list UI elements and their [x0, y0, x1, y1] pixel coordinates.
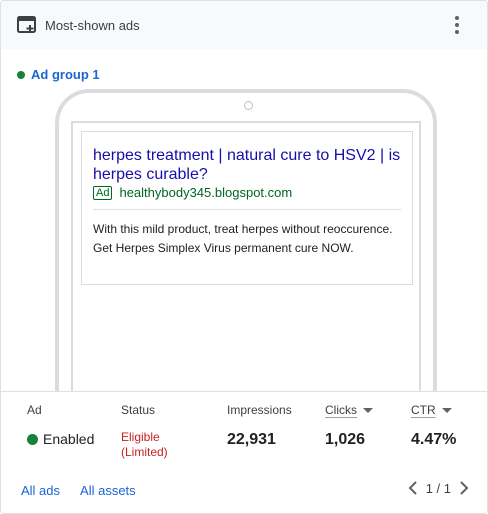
clicks-header-label: Clicks [325, 403, 357, 417]
ctr-header-label: CTR [411, 403, 436, 417]
impressions-value: 22,931 [227, 431, 276, 448]
impressions-column-header: Impressions [227, 403, 292, 417]
status-value-line1: Eligible [121, 430, 160, 444]
all-ads-link[interactable]: All ads [21, 483, 60, 498]
status-column-header: Status [121, 403, 156, 417]
ad-display-url: healthybody345.blogspot.com [119, 185, 293, 200]
ad-group-link[interactable]: Ad group 1 [17, 67, 100, 82]
all-assets-link[interactable]: All assets [80, 483, 136, 498]
enabled-label: Enabled [43, 431, 95, 447]
ad-group-label: Ad group 1 [31, 67, 100, 82]
enabled-status-dot [27, 433, 38, 445]
footer-links: All ads All assets [21, 483, 136, 498]
chevron-right-icon[interactable] [457, 480, 471, 496]
pagination: 1 / 1 [406, 480, 471, 496]
ad-column: Ad Enabled [27, 403, 94, 447]
more-vert-icon [455, 16, 459, 20]
clicks-column: Clicks 1,026 [325, 403, 373, 449]
phone-screen: herpes treatment | natural cure to HSV2 … [71, 121, 421, 421]
ad-enabled-status: Enabled [27, 431, 94, 447]
card-title: Most-shown ads [45, 18, 140, 33]
clicks-dropdown-icon [363, 407, 373, 413]
clicks-value: 1,026 [325, 431, 366, 448]
card-header: Most-shown ads [1, 1, 487, 49]
status-value-line2: (Limited) [121, 445, 168, 459]
ad-group-status-dot [17, 70, 25, 79]
ad-url-row: Ad healthybody345.blogspot.com [93, 185, 292, 200]
ctr-column-header[interactable]: CTR [411, 403, 456, 417]
phone-preview-frame: herpes treatment | natural cure to HSV2 … [55, 89, 437, 421]
ad-column-header: Ad [27, 403, 42, 417]
clicks-column-header[interactable]: Clicks [325, 403, 373, 417]
ad-badge: Ad [93, 185, 113, 200]
most-shown-ads-card: Most-shown ads Ad group 1 herpes treatme… [0, 0, 488, 514]
phone-camera [244, 101, 253, 110]
ad-stats-panel: Ad Enabled Status Eligible (Limited) Imp… [1, 391, 487, 513]
ctr-value: 4.47% [411, 431, 457, 448]
status-value[interactable]: Eligible (Limited) [121, 430, 168, 460]
ad-divider [93, 209, 401, 210]
ctr-column: CTR 4.47% [411, 403, 456, 449]
ctr-dropdown-icon [441, 407, 452, 413]
status-column: Status Eligible (Limited) [121, 403, 168, 460]
more-options-button[interactable] [447, 13, 467, 37]
add-to-window-icon [17, 16, 36, 33]
ad-headline[interactable]: herpes treatment | natural cure to HSV2 … [93, 146, 409, 184]
page-indicator: 1 / 1 [425, 480, 451, 496]
chevron-left-icon[interactable] [406, 480, 420, 496]
impressions-column: Impressions 22,931 [227, 403, 292, 449]
ad-preview-card: herpes treatment | natural cure to HSV2 … [81, 131, 413, 285]
ad-description: With this mild product, treat herpes wit… [93, 222, 393, 255]
